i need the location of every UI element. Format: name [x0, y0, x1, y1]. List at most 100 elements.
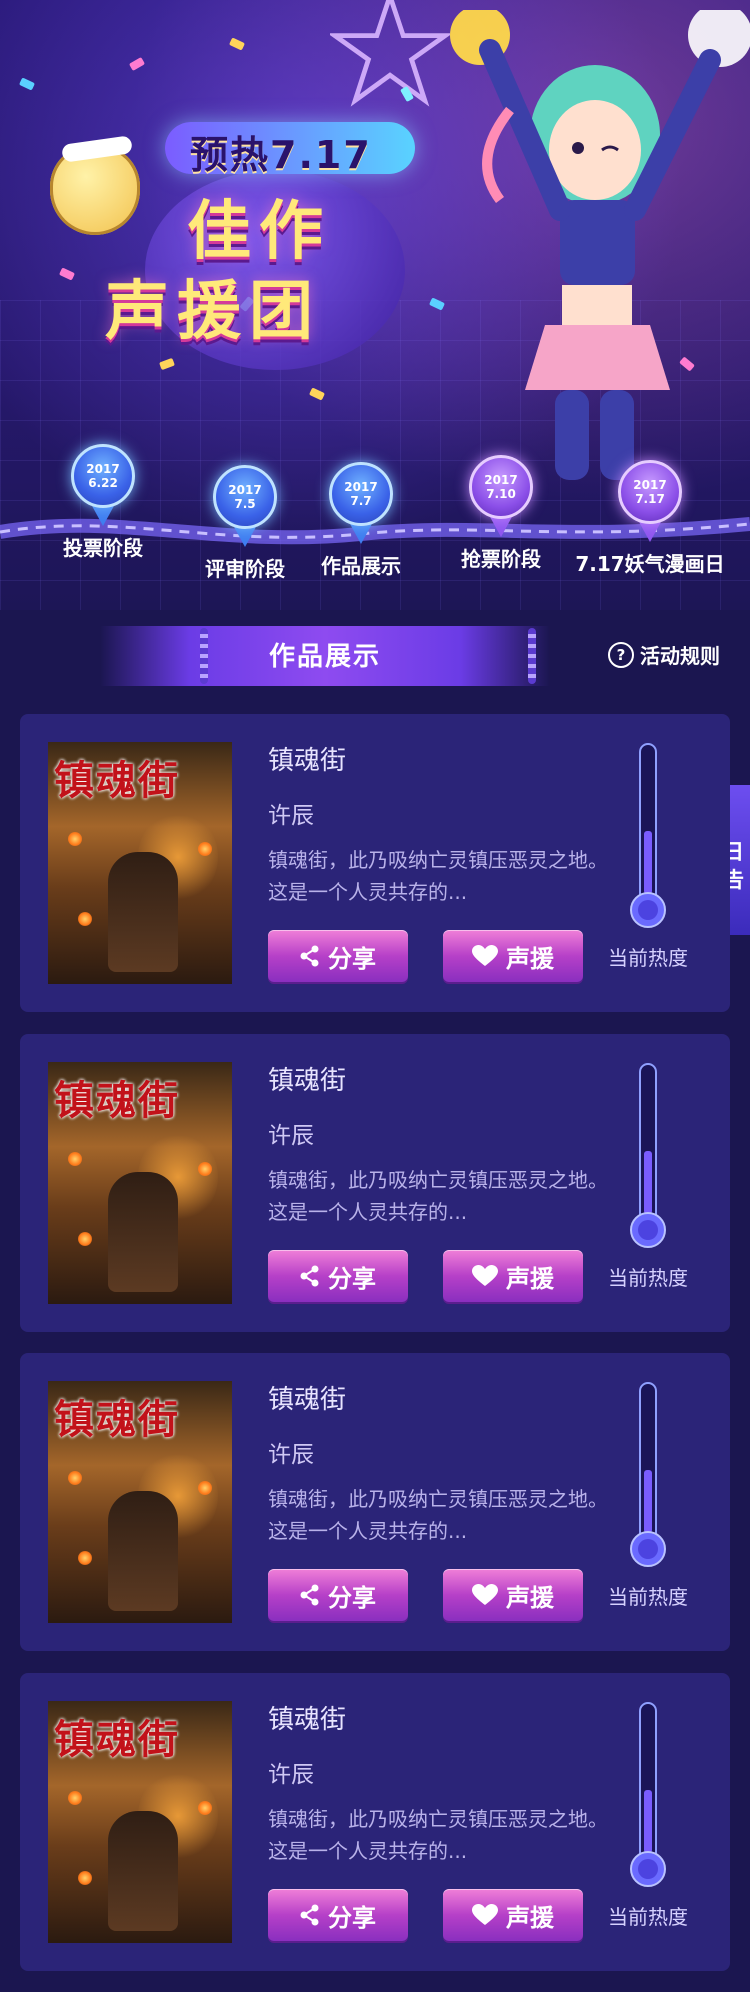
heat-fill: [644, 1470, 652, 1533]
cover-lamp: [78, 1232, 92, 1246]
share-label: 分享: [328, 1264, 376, 1293]
title-line-2: 声援团: [105, 275, 321, 349]
stage-label: 7.17妖气漫画日: [575, 552, 725, 576]
timeline-stage-review: 2017 7.5 评审阶段: [190, 465, 300, 582]
work-title: 镇魂街: [268, 1066, 347, 1096]
work-author: 许辰: [268, 1123, 314, 1149]
timeline-stage-comic-day: 2017 7.17 7.17妖气漫画日: [570, 460, 730, 577]
hero-banner: 预热7.17 佳作 声援团 2017 6.22 投票阶段 2017 7.5 评审…: [0, 0, 750, 610]
confetti: [228, 37, 246, 51]
pin-date: 7.17: [635, 492, 665, 506]
section-header: 作品展示: [100, 626, 550, 686]
stage-label: 评审阶段: [205, 557, 285, 581]
date-pin: 2017 7.7: [329, 462, 393, 526]
heart-icon: [472, 1584, 498, 1605]
work-description: 镇魂街，此乃吸纳亡灵镇压恶灵之地。这是一个人灵共存的...: [268, 1487, 608, 1543]
pin-date: 6.22: [88, 476, 118, 490]
work-card: 镇魂街 镇魂街 许辰 镇魂街，此乃吸纳亡灵镇压恶灵之地。这是一个人灵共存的...…: [20, 1353, 730, 1651]
section-title: 作品展示: [268, 642, 381, 672]
work-author: 许辰: [268, 1442, 314, 1468]
heat-fill: [644, 1151, 652, 1214]
work-description: 镇魂街，此乃吸纳亡灵镇压恶灵之地。这是一个人灵共存的...: [268, 1807, 608, 1863]
pin-year: 2017: [344, 480, 378, 494]
pin-year: 2017: [484, 473, 518, 487]
date-pin: 2017 7.10: [469, 455, 533, 519]
work-cover[interactable]: 镇魂街: [48, 742, 232, 984]
rules-link[interactable]: ? 活动规则: [608, 640, 720, 669]
cheer-label: 声援: [506, 1264, 554, 1293]
work-cover[interactable]: 镇魂街: [48, 1381, 232, 1623]
cover-lamp: [198, 1162, 212, 1176]
pin-date: 7.10: [486, 487, 516, 501]
heart-icon: [472, 1904, 498, 1925]
heat-fill: [644, 1790, 652, 1853]
cheerleader-illustration: [450, 10, 750, 480]
share-icon: [300, 945, 319, 967]
event-title: 预热7.17 佳作 声援团: [95, 110, 425, 370]
heart-icon: [472, 945, 498, 966]
pin-date: 7.5: [234, 497, 256, 511]
work-author: 许辰: [268, 803, 314, 829]
stage-label: 作品展示: [321, 554, 401, 578]
cheer-label: 声援: [506, 1903, 554, 1932]
cheer-button[interactable]: 声援: [443, 930, 583, 982]
heat-thermometer: [630, 743, 666, 928]
rules-label: 活动规则: [640, 644, 720, 668]
cheer-button[interactable]: 声援: [443, 1889, 583, 1941]
cover-lamp: [78, 1871, 92, 1885]
heat-label: 当前热度: [608, 1585, 688, 1609]
cover-title-art: 镇魂街: [54, 1716, 180, 1763]
cover-figure: [108, 1172, 178, 1292]
pin-year: 2017: [633, 478, 667, 492]
pin-year: 2017: [228, 483, 262, 497]
heart-icon: [472, 1265, 498, 1286]
heat-fill: [644, 831, 652, 894]
work-cover[interactable]: 镇魂街: [48, 1701, 232, 1943]
cover-title-art: 镇魂街: [54, 1396, 180, 1443]
share-icon: [300, 1584, 319, 1606]
heat-thermometer: [630, 1382, 666, 1567]
heat-label: 当前热度: [608, 1266, 688, 1290]
date-pin: 2017 6.22: [71, 444, 135, 508]
work-description: 镇魂街，此乃吸纳亡灵镇压恶灵之地。这是一个人灵共存的...: [268, 1168, 608, 1224]
share-button[interactable]: 分享: [268, 930, 408, 982]
heat-thermometer: [630, 1702, 666, 1887]
cheer-button[interactable]: 声援: [443, 1569, 583, 1621]
share-label: 分享: [328, 1903, 376, 1932]
cover-lamp: [198, 1481, 212, 1495]
timeline-stage-showcase: 2017 7.7 作品展示: [306, 462, 416, 579]
cover-title-art: 镇魂街: [54, 757, 180, 804]
share-label: 分享: [328, 944, 376, 973]
heat-label: 当前热度: [608, 1905, 688, 1929]
work-title: 镇魂街: [268, 1705, 347, 1735]
title-line-1: 佳作: [187, 195, 331, 269]
share-label: 分享: [328, 1583, 376, 1612]
share-button[interactable]: 分享: [268, 1889, 408, 1941]
cover-lamp: [68, 1152, 82, 1166]
share-button[interactable]: 分享: [268, 1569, 408, 1621]
cover-figure: [108, 1811, 178, 1931]
preheat-text: 预热7.17: [190, 133, 372, 177]
date-pin: 2017 7.5: [213, 465, 277, 529]
stage-label: 抢票阶段: [461, 547, 541, 571]
cover-lamp: [68, 1471, 82, 1485]
work-author: 许辰: [268, 1762, 314, 1788]
heat-label: 当前热度: [608, 946, 688, 970]
work-title: 镇魂街: [268, 1385, 347, 1415]
work-card: 镇魂街 镇魂街 许辰 镇魂街，此乃吸纳亡灵镇压恶灵之地。这是一个人灵共存的...…: [20, 714, 730, 1012]
pin-year: 2017: [86, 462, 120, 476]
share-button[interactable]: 分享: [268, 1250, 408, 1302]
share-icon: [300, 1904, 319, 1926]
cheer-label: 声援: [506, 1583, 554, 1612]
work-title: 镇魂街: [268, 746, 347, 776]
cover-lamp: [78, 912, 92, 926]
stage-label: 投票阶段: [63, 536, 143, 560]
confetti: [128, 57, 146, 71]
star-decoration: [330, 0, 450, 107]
work-cover[interactable]: 镇魂街: [48, 1062, 232, 1304]
cover-lamp: [68, 1791, 82, 1805]
cover-figure: [108, 852, 178, 972]
timeline-stage-ticket: 2017 7.10 抢票阶段: [446, 455, 556, 572]
cheer-button[interactable]: 声援: [443, 1250, 583, 1302]
cover-lamp: [198, 1801, 212, 1815]
